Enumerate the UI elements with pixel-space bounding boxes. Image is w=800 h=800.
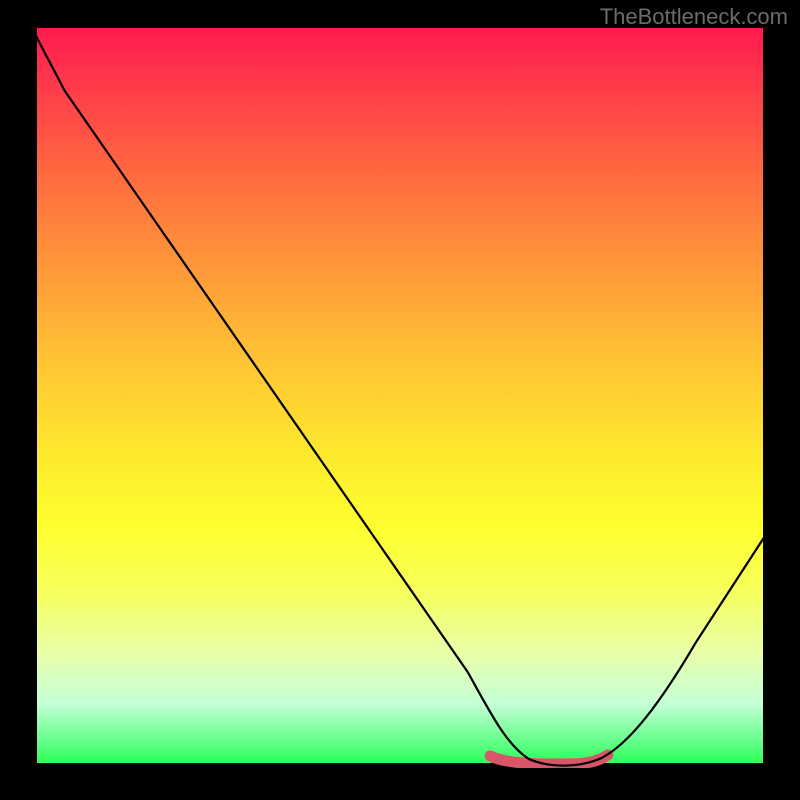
watermark-text: TheBottleneck.com [600,4,788,30]
chart-svg [32,28,768,768]
plot-frame [32,28,768,768]
bottleneck-curve [32,28,768,766]
